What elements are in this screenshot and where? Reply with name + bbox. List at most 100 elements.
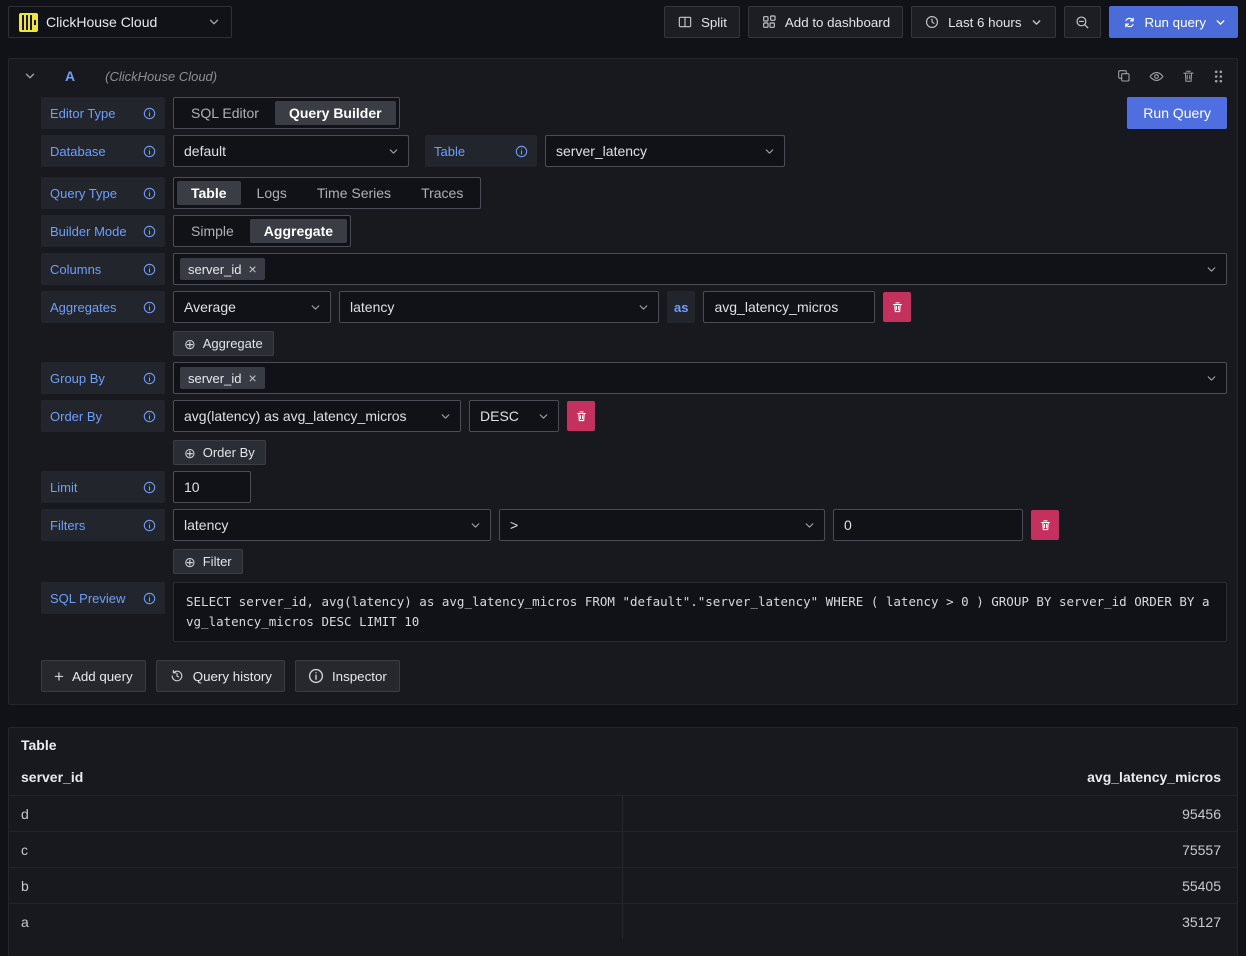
inspector-button[interactable]: Inspector — [295, 660, 400, 692]
info-icon[interactable] — [143, 592, 156, 605]
add-order-by-button[interactable]: ⊕ Order By — [173, 440, 266, 465]
add-to-dashboard-label: Add to dashboard — [785, 15, 890, 30]
filter-value-input[interactable] — [833, 509, 1023, 541]
datasource-name: ClickHouse Cloud — [46, 14, 199, 30]
apps-grid-icon — [761, 14, 777, 30]
datasource-picker[interactable]: ClickHouse Cloud — [8, 6, 232, 38]
builder-mode-simple[interactable]: Simple — [177, 219, 248, 243]
delete-query-icon[interactable] — [1181, 69, 1196, 84]
order-by-field-select[interactable]: avg(latency) as avg_latency_micros — [173, 400, 461, 432]
add-to-dashboard-button[interactable]: Add to dashboard — [748, 6, 903, 38]
info-icon[interactable] — [143, 372, 156, 385]
sql-editor-option[interactable]: SQL Editor — [177, 101, 273, 125]
collapse-chevron-icon[interactable] — [23, 69, 37, 83]
sql-preview-box: SELECT server_id, avg(latency) as avg_la… — [173, 582, 1227, 642]
order-by-direction-select[interactable]: DESC — [469, 400, 559, 432]
info-icon[interactable] — [143, 225, 156, 238]
table-header-row: server_id avg_latency_micros — [9, 759, 1237, 795]
info-icon[interactable] — [143, 410, 156, 423]
add-query-button[interactable]: + Add query — [41, 660, 146, 692]
drag-handle-icon[interactable] — [1212, 69, 1225, 84]
editor-type-row: Editor Type SQL Editor Query Builder Run… — [41, 97, 1227, 129]
order-by-row: Order By avg(latency) as avg_latency_mic… — [41, 400, 1227, 432]
split-label: Split — [701, 15, 727, 30]
chevron-down-icon — [1205, 372, 1218, 385]
zoom-out-time-button[interactable] — [1064, 6, 1101, 38]
table-select[interactable]: server_latency — [545, 135, 785, 167]
query-builder-body: Editor Type SQL Editor Query Builder Run… — [9, 93, 1237, 704]
query-editor-card: A (ClickHouse Cloud) Editor Type — [8, 58, 1238, 705]
chevron-down-icon — [803, 519, 816, 532]
clock-icon — [924, 14, 940, 30]
trash-icon — [1039, 519, 1052, 532]
query-type-logs[interactable]: Logs — [243, 181, 301, 205]
table-row: c 75557 — [9, 831, 1237, 867]
run-query-button[interactable]: Run query — [1109, 6, 1239, 38]
add-circle-icon: ⊕ — [184, 446, 196, 460]
sql-preview-row: SQL Preview SELECT server_id, avg(latenc… — [41, 582, 1227, 642]
datasource-hint: (ClickHouse Cloud) — [105, 69, 217, 84]
info-icon[interactable] — [143, 107, 156, 120]
group-by-multiselect[interactable]: server_id × — [173, 362, 1227, 394]
info-icon[interactable] — [143, 187, 156, 200]
database-select[interactable]: default — [173, 135, 409, 167]
add-aggregate-button[interactable]: ⊕ Aggregate — [173, 331, 274, 356]
remove-pill-icon[interactable]: × — [248, 371, 256, 385]
aggregate-column-select[interactable]: latency — [339, 291, 659, 323]
remove-pill-icon[interactable]: × — [248, 262, 256, 276]
cell-avg-latency: 55405 — [623, 868, 1237, 903]
column-header-avg-latency[interactable]: avg_latency_micros — [623, 769, 1237, 785]
query-builder-option[interactable]: Query Builder — [275, 101, 396, 125]
info-icon[interactable] — [143, 145, 156, 158]
columns-multiselect[interactable]: server_id × — [173, 253, 1227, 285]
add-filter-button[interactable]: ⊕ Filter — [173, 549, 243, 574]
table-panel: Table server_id avg_latency_micros d 954… — [8, 727, 1238, 956]
toolbar-actions: Split Add to dashboard Last 6 hours — [664, 6, 1238, 38]
builder-mode-label: Builder Mode — [41, 215, 165, 247]
query-type-table[interactable]: Table — [177, 181, 241, 205]
trash-icon — [891, 301, 904, 314]
cell-server-id: b — [9, 868, 623, 903]
query-ref-id[interactable]: A — [65, 68, 75, 84]
info-icon[interactable] — [143, 481, 156, 494]
aggregates-label: Aggregates — [41, 291, 165, 323]
filters-label: Filters — [41, 509, 165, 541]
info-icon[interactable] — [143, 519, 156, 532]
info-icon[interactable] — [515, 145, 528, 158]
editor-type-switch: SQL Editor Query Builder — [173, 97, 400, 129]
toggle-visibility-icon[interactable] — [1148, 68, 1165, 85]
filter-operator-select[interactable]: > — [499, 509, 825, 541]
query-type-traces[interactable]: Traces — [407, 181, 477, 205]
group-by-row: Group By server_id × — [41, 362, 1227, 394]
info-icon[interactable] — [143, 263, 156, 276]
chevron-down-icon — [537, 410, 550, 423]
query-history-button[interactable]: Query history — [156, 660, 285, 692]
remove-order-by-button[interactable] — [567, 401, 595, 431]
remove-filter-button[interactable] — [1031, 510, 1059, 540]
duplicate-query-icon[interactable] — [1116, 68, 1132, 84]
split-button[interactable]: Split — [664, 6, 740, 38]
time-range-picker[interactable]: Last 6 hours — [911, 6, 1055, 38]
query-type-row: Query Type Table Logs Time Series Traces — [41, 177, 1227, 209]
trash-icon — [575, 410, 588, 423]
remove-aggregate-button[interactable] — [883, 292, 911, 322]
query-type-switch: Table Logs Time Series Traces — [173, 177, 481, 209]
cell-avg-latency: 95456 — [623, 796, 1237, 831]
chevron-down-icon[interactable] — [1214, 16, 1227, 29]
zoom-out-icon — [1074, 14, 1091, 31]
chevron-down-icon — [1030, 16, 1043, 29]
column-header-server-id[interactable]: server_id — [9, 769, 623, 785]
cell-server-id: a — [9, 904, 623, 939]
builder-mode-switch: Simple Aggregate — [173, 215, 351, 247]
add-aggregate-row: ⊕ Aggregate — [173, 331, 1227, 356]
column-pill: server_id × — [180, 258, 265, 280]
query-type-label: Query Type — [41, 177, 165, 209]
info-icon[interactable] — [143, 301, 156, 314]
builder-mode-aggregate[interactable]: Aggregate — [250, 219, 347, 243]
aggregate-alias-input[interactable] — [703, 291, 875, 323]
limit-input[interactable] — [173, 471, 251, 503]
filter-column-select[interactable]: latency — [173, 509, 491, 541]
editor-run-query-button[interactable]: Run Query — [1127, 97, 1227, 129]
query-type-time-series[interactable]: Time Series — [303, 181, 405, 205]
aggregate-function-select[interactable]: Average — [173, 291, 331, 323]
